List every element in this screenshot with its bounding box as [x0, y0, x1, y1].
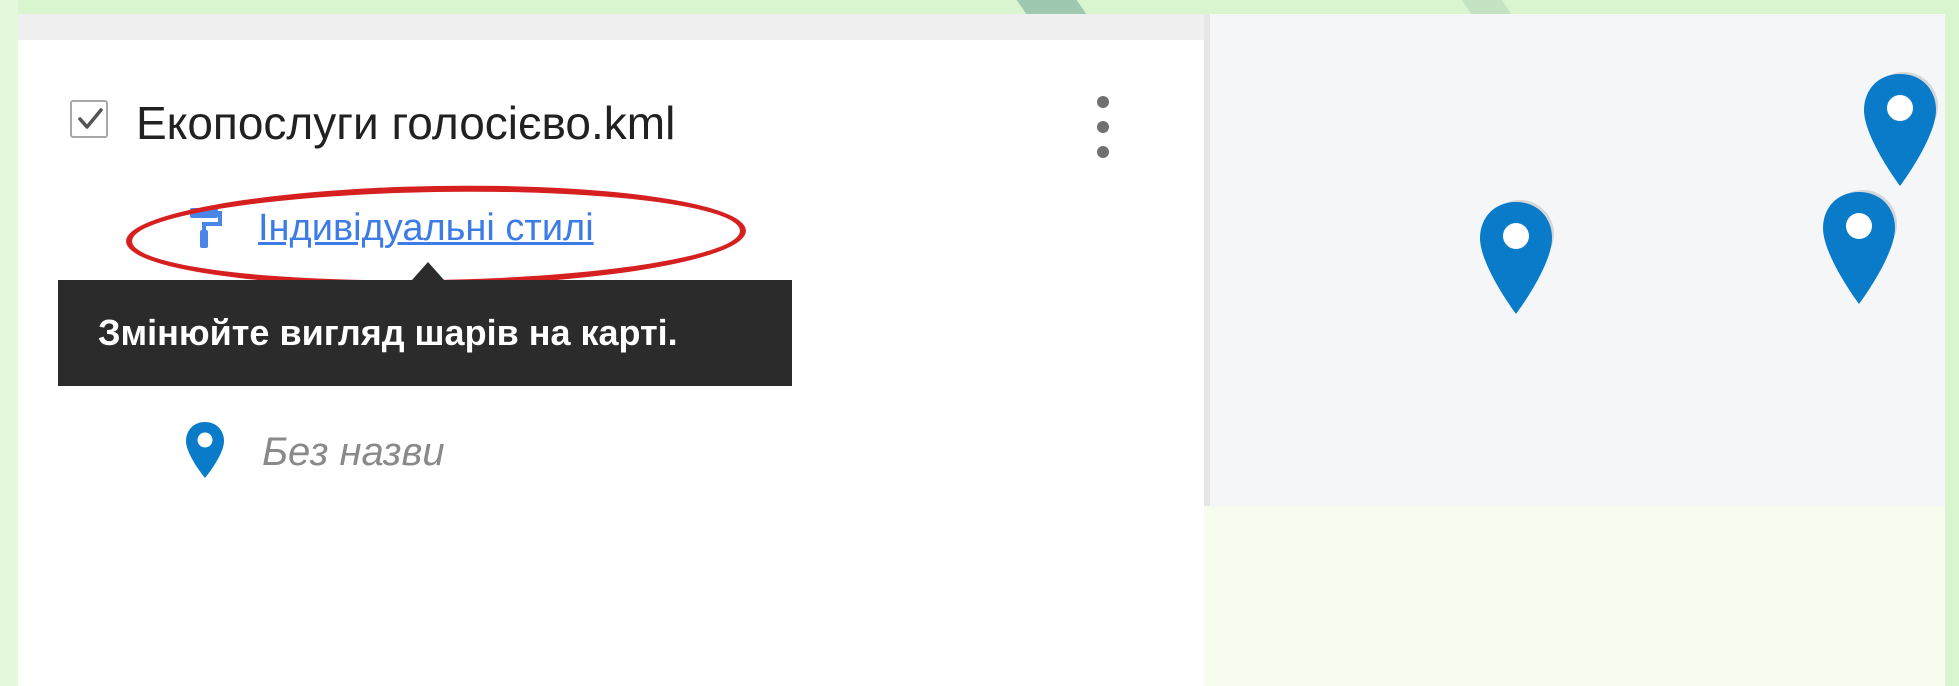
- feature-label[interactable]: Без назви: [262, 428, 445, 476]
- layer-visibility-checkbox[interactable]: [70, 100, 108, 138]
- frame-top-strip: [0, 0, 1959, 14]
- panel-divider: [1204, 14, 1210, 506]
- panel-top-bar: [18, 14, 1204, 40]
- map-pin-icon: [186, 422, 224, 478]
- map-pin-icon[interactable]: [1474, 196, 1558, 320]
- map-pin-icon[interactable]: [1858, 68, 1942, 192]
- frame-left-strip: [0, 0, 18, 686]
- frame-right-strip: [1945, 0, 1959, 686]
- checkmark-icon: [78, 108, 103, 129]
- more-vertical-icon[interactable]: [1088, 92, 1118, 162]
- map-pin-icon[interactable]: [1817, 186, 1901, 310]
- tooltip-arrow: [412, 262, 444, 280]
- tooltip: Змінюйте вигляд шарів на карті.: [58, 280, 792, 386]
- layer-title[interactable]: Екопослуги голосієво.kml: [136, 98, 675, 148]
